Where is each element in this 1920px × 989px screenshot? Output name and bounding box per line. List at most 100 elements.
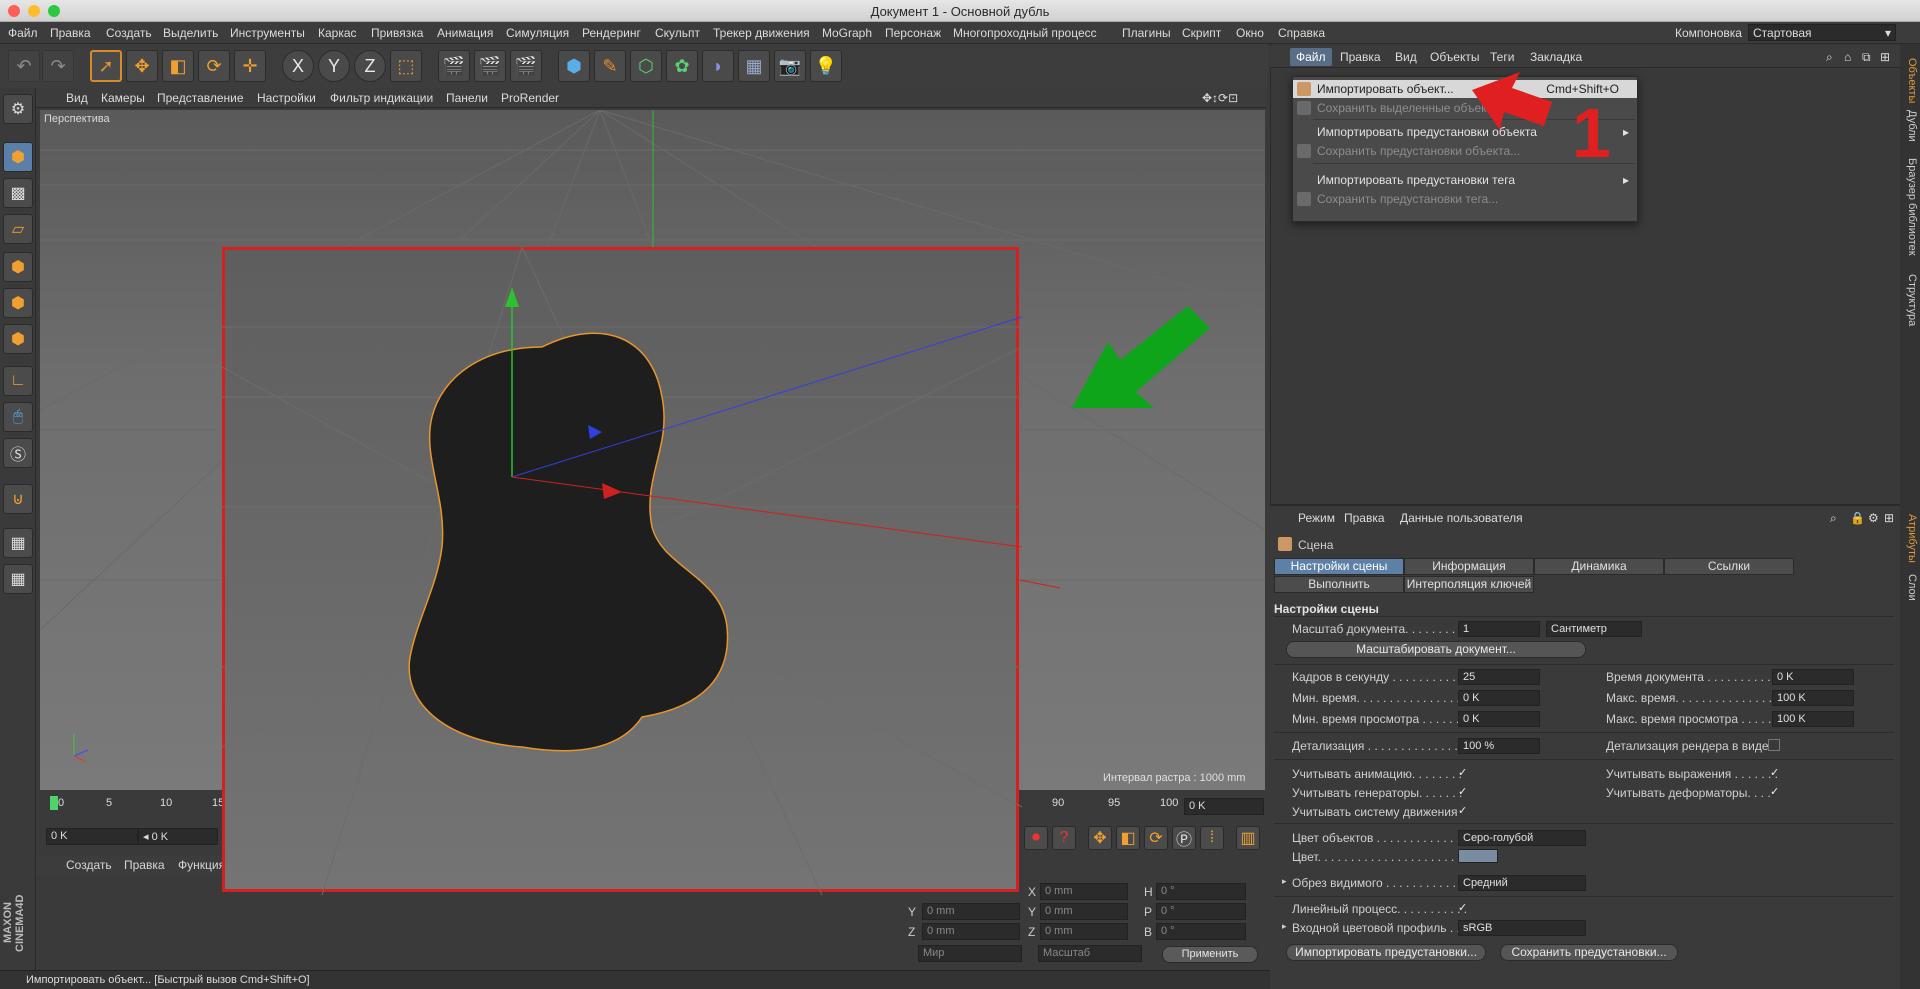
snap-button[interactable]: ⊍: [3, 484, 33, 514]
axis-mode-button[interactable]: ∟: [3, 366, 33, 396]
side-tab-content-browser[interactable]: Браузер библиотек: [1902, 158, 1918, 256]
add-cube-button[interactable]: ⬢: [558, 50, 590, 82]
add-spline-button[interactable]: ✎: [594, 50, 626, 82]
expand-triangle-icon[interactable]: ▸: [1282, 921, 1287, 932]
render-picture-viewer-button[interactable]: 🎬: [474, 50, 506, 82]
move-tool-button[interactable]: ✥: [126, 50, 158, 82]
workplane-mode-button[interactable]: ▱: [3, 214, 33, 244]
viewport-menu-filter[interactable]: Фильтр индикации: [330, 91, 433, 105]
attr-menu-mode[interactable]: Режим: [1298, 511, 1335, 525]
model-mode-button[interactable]: ⬢: [3, 142, 33, 172]
y-axis-lock-button[interactable]: Y: [318, 50, 350, 82]
timeline-window-button[interactable]: ▥: [1236, 826, 1260, 850]
rot-h-field[interactable]: 0 °: [1156, 883, 1246, 900]
objmgr-menu-file[interactable]: Файл: [1290, 48, 1332, 66]
workplane-plane-button[interactable]: ▦: [3, 564, 33, 594]
key-move-button[interactable]: ✥: [1088, 826, 1112, 850]
pos-y-field[interactable]: 0 mm: [922, 903, 1020, 920]
live-selection-button[interactable]: ✛: [234, 50, 266, 82]
save-presets-button[interactable]: Сохранить предустановки...: [1500, 944, 1678, 961]
tab-scene-settings[interactable]: Настройки сцены: [1274, 558, 1404, 575]
add-generator-button[interactable]: ⬡: [630, 50, 662, 82]
viewport-menu-display[interactable]: Представление: [157, 91, 244, 105]
add-deformer-button[interactable]: ◗: [702, 50, 734, 82]
import-presets-button[interactable]: Импортировать предустановки...: [1286, 944, 1486, 961]
objmgr-menu-view[interactable]: Вид: [1395, 50, 1417, 64]
objmgr-add-icon[interactable]: ⊞: [1880, 50, 1890, 64]
use-motion-system-checkbox[interactable]: ✓: [1458, 805, 1470, 817]
side-tab-attributes[interactable]: Атрибуты: [1902, 514, 1918, 563]
coord-scale-select[interactable]: Масштаб: [1038, 945, 1142, 962]
key-pla-button[interactable]: ⁞: [1200, 826, 1224, 850]
viewport-nav-icons[interactable]: ✥↕⟳⊡: [1202, 91, 1238, 105]
max-time-field[interactable]: 100 K: [1772, 690, 1854, 706]
layout-select[interactable]: Стартовая ▾: [1748, 24, 1896, 41]
record-button[interactable]: ⏺: [1024, 826, 1048, 850]
expand-triangle-icon[interactable]: ▸: [1282, 876, 1287, 887]
object-color-select[interactable]: Серо-голубой: [1458, 830, 1586, 846]
menu-window[interactable]: Окно: [1236, 26, 1264, 40]
render-settings-button[interactable]: 🎬: [510, 50, 542, 82]
coordinate-system-button[interactable]: ⬚: [390, 50, 422, 82]
objmgr-search-icon[interactable]: ⌕: [1826, 50, 1833, 65]
size-y-field[interactable]: 0 mm: [1040, 903, 1128, 920]
scale-tool-button[interactable]: ◧: [162, 50, 194, 82]
menu-simulate[interactable]: Симуляция: [506, 26, 569, 40]
select-tool-button[interactable]: ➚: [90, 50, 122, 82]
use-deformers-checkbox[interactable]: ✓: [1770, 786, 1782, 798]
use-generators-checkbox[interactable]: ✓: [1458, 786, 1470, 798]
playhead[interactable]: [50, 796, 58, 810]
viewport-menu-cameras[interactable]: Камеры: [101, 91, 145, 105]
tab-dynamics[interactable]: Динамика: [1534, 558, 1664, 575]
points-mode-button[interactable]: ⬢: [3, 252, 33, 282]
solo-button[interactable]: Ⓢ: [3, 438, 33, 468]
side-tab-layers[interactable]: Слои: [1902, 574, 1918, 601]
tab-key-interpolation[interactable]: Интерполяция ключей: [1404, 576, 1534, 593]
attr-menu-edit[interactable]: Правка: [1344, 511, 1385, 525]
undo-button[interactable]: ↶: [8, 50, 40, 82]
menu-help[interactable]: Справка: [1278, 26, 1325, 40]
linear-workflow-checkbox[interactable]: ✓: [1458, 902, 1470, 914]
workplane-lock-button[interactable]: ▦: [3, 528, 33, 558]
clip-select[interactable]: Средний: [1458, 875, 1586, 891]
render-lod-checkbox[interactable]: [1768, 739, 1780, 751]
menu-motion-tracker[interactable]: Трекер движения: [713, 26, 810, 40]
start-time-field[interactable]: 0 K: [46, 828, 138, 845]
menu-file[interactable]: Файл: [8, 26, 38, 40]
menu-create[interactable]: Создать: [106, 26, 152, 40]
menu-select[interactable]: Выделить: [163, 26, 218, 40]
objmgr-menu-edit[interactable]: Правка: [1340, 50, 1381, 64]
menu-edit[interactable]: Правка: [50, 26, 91, 40]
menu-character[interactable]: Персонаж: [885, 26, 941, 40]
viewport-menu-options[interactable]: Настройки: [257, 91, 316, 105]
min-preview-field[interactable]: 0 K: [1458, 711, 1540, 727]
help-button[interactable]: ?: [1052, 826, 1076, 850]
material-menu-create[interactable]: Создать: [66, 858, 112, 872]
texture-mode-button[interactable]: ▩: [3, 178, 33, 208]
menu-snap[interactable]: Привязка: [371, 26, 423, 40]
color-swatch[interactable]: [1458, 849, 1498, 863]
objmgr-layers-icon[interactable]: ⧉: [1862, 50, 1871, 65]
doc-scale-field[interactable]: 1: [1458, 621, 1540, 637]
add-light-button[interactable]: 💡: [810, 50, 842, 82]
add-camera-button[interactable]: 📷: [774, 50, 806, 82]
attr-add-icon[interactable]: ⊞: [1884, 511, 1894, 525]
redo-button[interactable]: ↷: [42, 50, 74, 82]
attr-search-icon[interactable]: ⌕: [1830, 511, 1837, 526]
polygons-mode-button[interactable]: ⬢: [3, 324, 33, 354]
scale-document-button[interactable]: Масштабировать документ...: [1286, 641, 1586, 658]
max-preview-field[interactable]: 100 K: [1772, 711, 1854, 727]
pos-z-field[interactable]: 0 mm: [922, 923, 1020, 940]
tab-info[interactable]: Информация: [1404, 558, 1534, 575]
side-tab-structure[interactable]: Структура: [1902, 274, 1918, 326]
objmgr-menu-bookmarks[interactable]: Закладка: [1530, 50, 1582, 64]
make-editable-button[interactable]: ⚙: [3, 94, 33, 124]
head-mesh[interactable]: [408, 332, 729, 752]
doc-time-field[interactable]: 0 K: [1772, 669, 1854, 685]
menu-mesh[interactable]: Каркас: [318, 26, 357, 40]
timeline-end-field[interactable]: 0 K: [1184, 798, 1264, 815]
menu-item-import-tag-presets[interactable]: Импортировать предустановки тега ▸: [1293, 171, 1637, 189]
objmgr-menu-tags[interactable]: Теги: [1490, 50, 1514, 64]
size-x-field[interactable]: 0 mm: [1040, 883, 1128, 900]
tweak-mode-button[interactable]: 🖱: [3, 402, 33, 432]
